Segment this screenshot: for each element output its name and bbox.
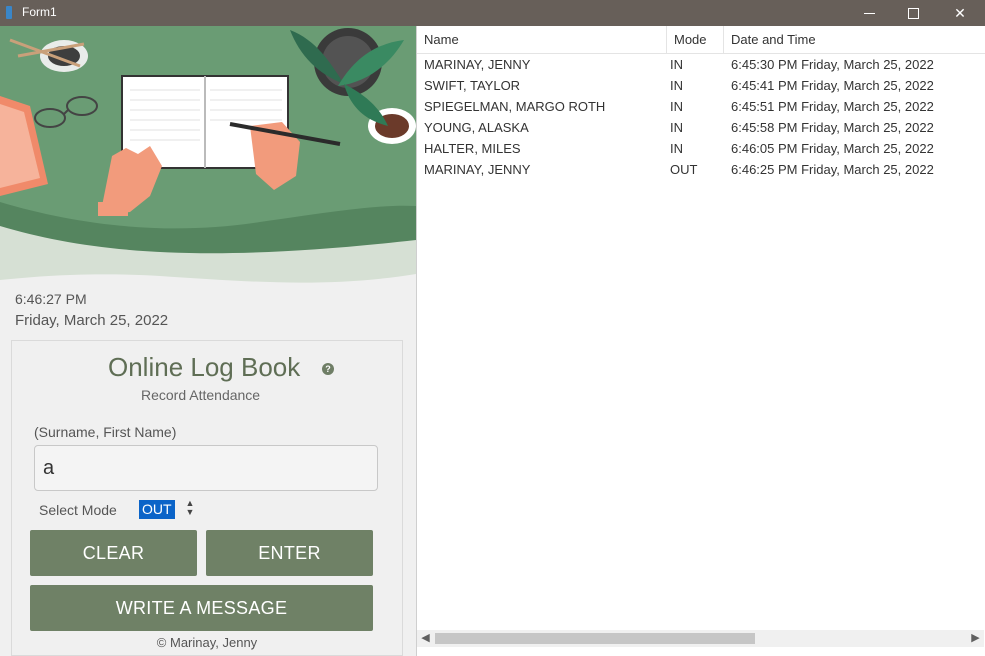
clock-time: 6:46:27 PM (15, 291, 87, 307)
list-row[interactable]: YOUNG, ALASKA IN 6:45:58 PM Friday, Marc… (417, 117, 985, 138)
minimize-icon (863, 12, 875, 14)
list-row[interactable]: MARINAY, JENNY OUT 6:46:25 PM Friday, Ma… (417, 159, 985, 180)
cell-name: MARINAY, JENNY (424, 162, 531, 177)
cell-mode: IN (670, 99, 683, 114)
horizontal-scrollbar[interactable]: ◀ ▶ (417, 630, 984, 647)
banner-illustration (0, 26, 416, 284)
list-header: Name Mode Date and Time (417, 26, 985, 54)
help-icon[interactable]: ? (322, 363, 334, 375)
clock-date: Friday, March 25, 2022 (15, 312, 169, 329)
cell-name: HALTER, MILES (424, 141, 521, 156)
cell-name: SPIEGELMAN, MARGO ROTH (424, 99, 606, 114)
cell-mode: OUT (670, 162, 698, 177)
window-app-icon (6, 6, 12, 19)
cell-date-time: 6:45:41 PM Friday, March 25, 2022 (731, 78, 934, 93)
cell-name: YOUNG, ALASKA (424, 120, 529, 135)
close-button[interactable]: ✕ (937, 0, 983, 26)
cell-date-time: 6:46:25 PM Friday, March 25, 2022 (731, 162, 934, 177)
maximize-button[interactable] (890, 0, 936, 26)
list-row[interactable]: HALTER, MILES IN 6:46:05 PM Friday, Marc… (417, 138, 985, 159)
cell-name: MARINAY, JENNY (424, 57, 531, 72)
attendance-list[interactable]: Name Mode Date and Time MARINAY, JENNY I… (416, 26, 985, 656)
name-input[interactable] (34, 445, 378, 491)
cell-mode: IN (670, 120, 683, 135)
minimize-button[interactable] (846, 0, 892, 26)
logbook-form: Online Log Book ? Record Attendance (Sur… (11, 340, 403, 656)
scrollbar-thumb[interactable] (435, 633, 755, 644)
list-row[interactable]: SWIFT, TAYLOR IN 6:45:41 PM Friday, Marc… (417, 75, 985, 96)
column-header-date-time[interactable]: Date and Time (724, 26, 985, 53)
list-rows: MARINAY, JENNY IN 6:45:30 PM Friday, Mar… (417, 54, 985, 180)
enter-button[interactable]: ENTER (206, 530, 373, 576)
cell-date-time: 6:46:05 PM Friday, March 25, 2022 (731, 141, 934, 156)
copyright-text: © Marinay, Jenny (156, 635, 258, 650)
column-header-name[interactable]: Name (417, 26, 667, 53)
column-header-mode[interactable]: Mode (667, 26, 724, 53)
scroll-left-icon[interactable]: ◀ (417, 630, 434, 647)
cell-date-time: 6:45:30 PM Friday, March 25, 2022 (731, 57, 934, 72)
list-row[interactable]: SPIEGELMAN, MARGO ROTH IN 6:45:51 PM Fri… (417, 96, 985, 117)
cell-mode: IN (670, 141, 683, 156)
app-title: Online Log Book (108, 352, 301, 382)
list-row[interactable]: MARINAY, JENNY IN 6:45:30 PM Friday, Mar… (417, 54, 985, 75)
app-subtitle: Record Attendance (141, 387, 261, 403)
clear-button[interactable]: CLEAR (30, 530, 197, 576)
cell-mode: IN (670, 78, 683, 93)
chevron-down-icon[interactable]: ▼ (186, 507, 195, 517)
name-hint-label: (Surname, First Name) (34, 424, 177, 440)
mode-spinner[interactable]: ▲ ▼ (185, 499, 195, 519)
cell-date-time: 6:45:58 PM Friday, March 25, 2022 (731, 120, 934, 135)
scroll-right-icon[interactable]: ▶ (967, 630, 984, 647)
select-mode-label: Select Mode (39, 502, 117, 518)
cell-mode: IN (670, 57, 683, 72)
close-icon: ✕ (954, 4, 966, 21)
cell-date-time: 6:45:51 PM Friday, March 25, 2022 (731, 99, 934, 114)
window-title: Form1 (22, 5, 57, 19)
title-bar: Form1 ✕ (0, 0, 985, 26)
mode-select[interactable]: OUT (139, 500, 175, 519)
maximize-icon (907, 7, 919, 19)
cell-name: SWIFT, TAYLOR (424, 78, 521, 93)
write-message-button[interactable]: WRITE A MESSAGE (30, 585, 373, 631)
left-panel: 6:46:27 PM Friday, March 25, 2022 Online… (0, 26, 416, 656)
